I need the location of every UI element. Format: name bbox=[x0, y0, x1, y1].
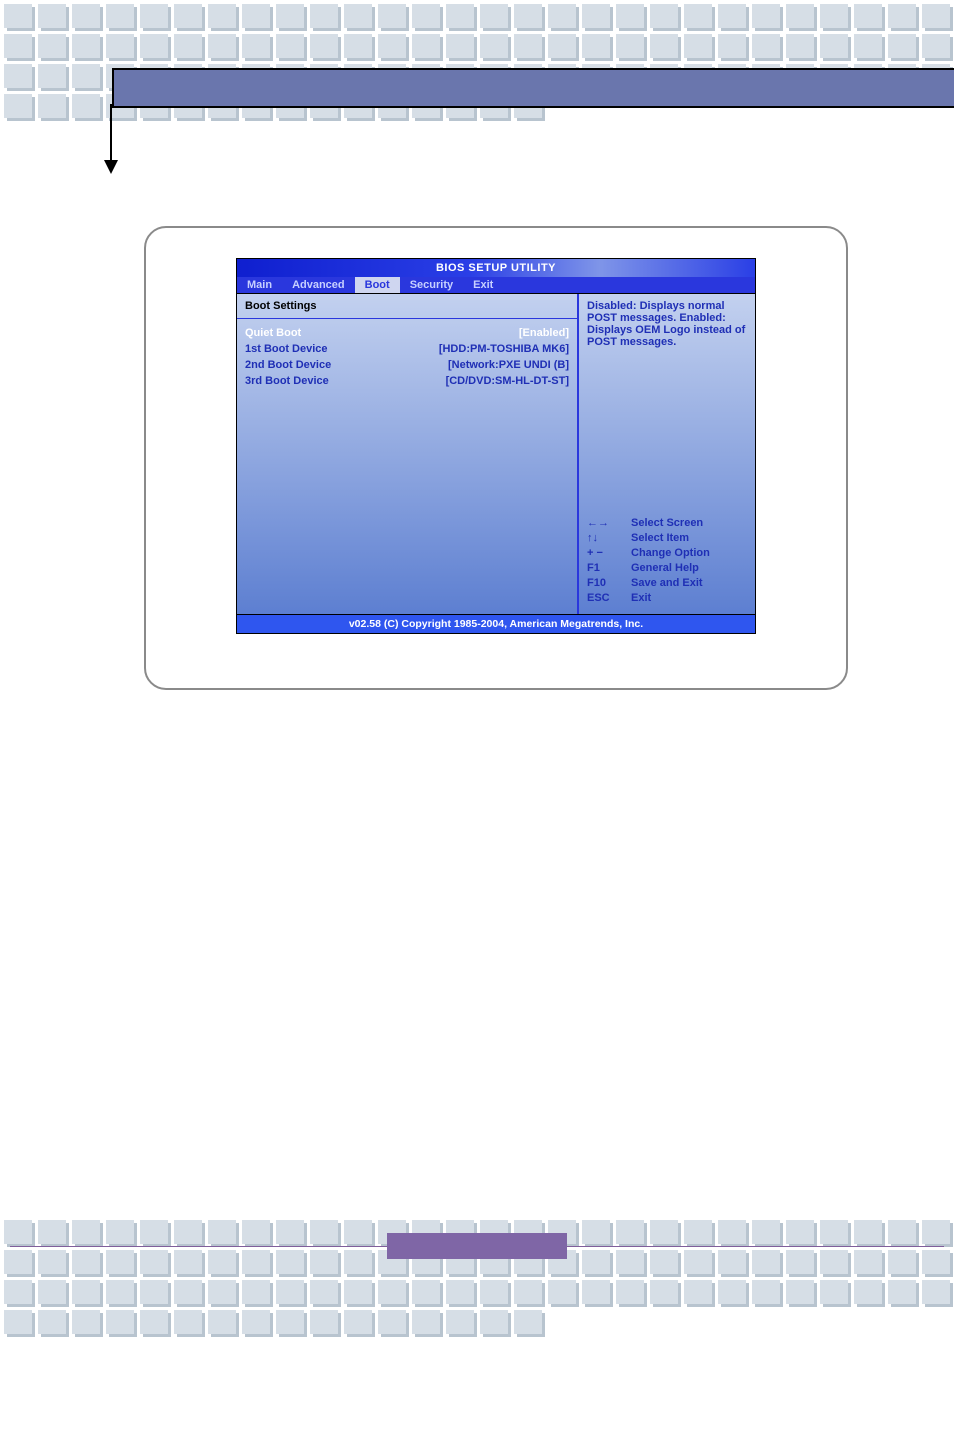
bios-help-pane: Disabled: Displays normal POST messages.… bbox=[579, 294, 755, 614]
bios-footer: v02.58 (C) Copyright 1985-2004, American… bbox=[236, 615, 756, 634]
legend-row: + −Change Option bbox=[587, 546, 747, 561]
legend-row: ↑↓Select Item bbox=[587, 531, 747, 546]
key-legend: ←→Select Screen↑↓Select Item+ −Change Op… bbox=[587, 516, 747, 606]
boot-setting-row[interactable]: 1st Boot Device[HDD:PM-TOSHIBA MK6] bbox=[245, 341, 569, 357]
legend-row: F1General Help bbox=[587, 561, 747, 576]
bios-menubar: MainAdvancedBootSecurityExit bbox=[236, 277, 756, 294]
help-text: Disabled: Displays normal POST messages.… bbox=[587, 300, 747, 348]
boot-setting-row[interactable]: Quiet Boot[Enabled] bbox=[245, 325, 569, 341]
legend-row: F10Save and Exit bbox=[587, 576, 747, 591]
header-bar bbox=[112, 68, 954, 108]
menu-tab-advanced[interactable]: Advanced bbox=[282, 277, 355, 293]
panel-heading: Boot Settings bbox=[245, 300, 569, 312]
boot-setting-row[interactable]: 3rd Boot Device[CD/DVD:SM-HL-DT-ST] bbox=[245, 373, 569, 389]
menu-tab-main[interactable]: Main bbox=[237, 277, 282, 293]
bios-left-pane: Boot Settings Quiet Boot[Enabled]1st Boo… bbox=[237, 294, 579, 614]
legend-row: ←→Select Screen bbox=[587, 516, 747, 531]
arrow-down-icon bbox=[104, 160, 118, 174]
bios-frame: BIOS SETUP UTILITY MainAdvancedBootSecur… bbox=[144, 226, 848, 690]
menu-tab-security[interactable]: Security bbox=[400, 277, 463, 293]
bios-window: BIOS SETUP UTILITY MainAdvancedBootSecur… bbox=[236, 258, 756, 634]
boot-setting-row[interactable]: 2nd Boot Device[Network:PXE UNDI (B] bbox=[245, 357, 569, 373]
bios-title: BIOS SETUP UTILITY bbox=[236, 258, 756, 277]
menu-tab-exit[interactable]: Exit bbox=[463, 277, 503, 293]
menu-tab-boot[interactable]: Boot bbox=[355, 277, 400, 293]
legend-row: ESCExit bbox=[587, 591, 747, 606]
